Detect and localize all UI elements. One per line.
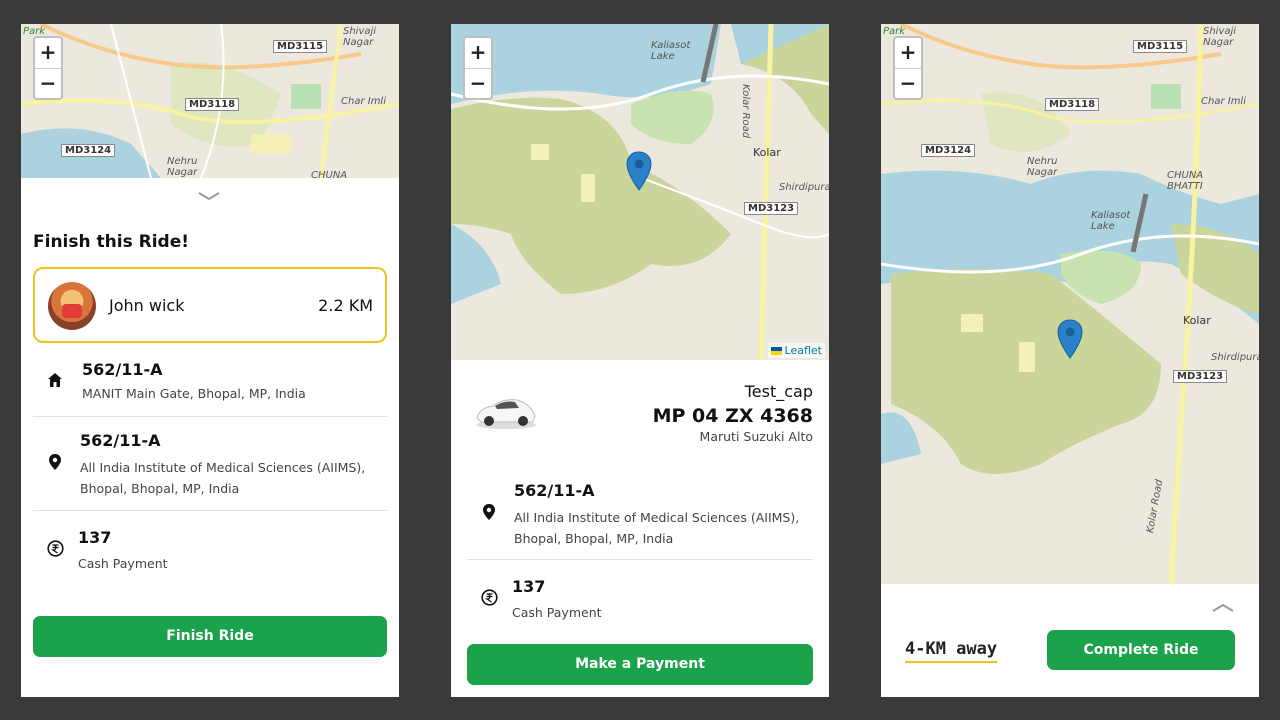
location-pin-icon	[481, 503, 497, 520]
map-label: Shivaji Nagar	[343, 26, 377, 48]
vehicle-plate: MP 04 ZX 4368	[652, 405, 813, 427]
map-label: Char Imli	[341, 96, 386, 107]
distance-away: 4-KM away	[905, 639, 998, 663]
divider	[33, 510, 387, 511]
payment-screen: + − Kaliasot Lake Kolar Road Kolar Shird…	[451, 24, 829, 697]
zoom-out-button[interactable]: −	[35, 68, 61, 98]
fare-info: 137 Cash Payment	[467, 571, 813, 631]
vehicle-name: Test_cap	[744, 382, 813, 401]
rider-card[interactable]: John wick 2.2 KM	[33, 267, 387, 343]
road-shield: MD3118	[185, 98, 240, 111]
zoom-out-button[interactable]: −	[895, 68, 921, 98]
map-label: Shivaji Nagar	[1203, 26, 1237, 48]
location-pin-icon	[47, 453, 63, 470]
gutter-mid-1	[399, 0, 451, 720]
map-label: Shirdipuram	[779, 182, 829, 193]
map-label: CHUNA BHATTI	[1167, 170, 1204, 192]
zoom-in-button[interactable]: +	[35, 38, 61, 68]
attribution-link[interactable]: Leaflet	[785, 344, 822, 357]
dropoff-code: 562/11-A	[80, 431, 161, 450]
payment-method: Cash Payment	[512, 605, 602, 620]
divider	[33, 416, 387, 417]
divider	[467, 559, 813, 560]
zoom-in-button[interactable]: +	[465, 38, 491, 68]
zoom-in-button[interactable]: +	[895, 38, 921, 68]
dropoff-location: 562/11-A All India Institute of Medical …	[467, 479, 813, 559]
pickup-location: 562/11-A MANIT Main Gate, Bhopal, MP, In…	[33, 354, 387, 414]
car-icon	[476, 399, 536, 429]
road-shield: MD3123	[1173, 370, 1228, 383]
map-label: Kaliasot Lake	[1091, 210, 1131, 232]
map-zoom-control: + −	[33, 36, 63, 100]
fare-info: 137 Cash Payment	[33, 522, 387, 582]
gutter-left	[0, 0, 21, 720]
dropoff-address-line1: All India Institute of Medical Sciences …	[80, 460, 366, 475]
rider-name: John wick	[109, 296, 185, 315]
gutter-top	[0, 0, 1280, 24]
map-attribution[interactable]: Leaflet	[767, 343, 825, 358]
map-view[interactable]: + − Kaliasot Lake Kolar Road Kolar Shird…	[451, 24, 829, 360]
fare-amount: 137	[78, 528, 112, 547]
complete-ride-button[interactable]: Complete Ride	[1047, 630, 1235, 670]
map-label: Shirdipuram	[1211, 352, 1259, 363]
finish-ride-button[interactable]: Finish Ride	[33, 616, 387, 657]
chevron-down-icon[interactable]	[197, 189, 221, 205]
avatar	[48, 282, 96, 330]
finish-ride-screen: + − Park MD3115 MD3118 MD3124 Nehru Naga…	[21, 24, 399, 697]
sheet-title: Finish this Ride!	[33, 232, 189, 252]
dropoff-address-line2: Bhopal, Bhopal, MP, India	[514, 531, 674, 546]
road-shield: MD3124	[921, 144, 976, 157]
map-label: Kolar	[1183, 314, 1211, 327]
map-label: Nehru Nagar	[167, 156, 198, 178]
map-label: Char Imli	[1201, 96, 1246, 107]
vehicle-model: Maruti Suzuki Alto	[699, 429, 813, 444]
gutter-bottom	[0, 697, 1280, 720]
map-label: Nehru Nagar	[1027, 156, 1058, 178]
map-label: Kolar Road	[740, 84, 751, 139]
fare-amount: 137	[512, 577, 546, 596]
dropoff-location: 562/11-A All India Institute of Medical …	[33, 429, 387, 509]
map-view[interactable]: + − Park MD3115 MD3118 MD3124 Nehru Naga…	[21, 24, 399, 178]
map-label: CHUNA	[311, 170, 348, 178]
dropoff-address-line2: Bhopal, Bhopal, MP, India	[80, 481, 240, 496]
home-icon	[47, 372, 63, 388]
pickup-code: 562/11-A	[82, 360, 163, 379]
rider-distance: 2.2 KM	[318, 296, 373, 315]
gutter-mid-2	[829, 0, 881, 720]
flag-icon	[770, 347, 782, 355]
road-shield: MD3115	[273, 40, 328, 53]
gutter-right	[1259, 0, 1280, 720]
payment-method: Cash Payment	[78, 556, 168, 571]
chevron-up-icon[interactable]	[1211, 601, 1235, 617]
map-label: Kolar	[753, 146, 781, 159]
dropoff-code: 562/11-A	[514, 481, 595, 500]
pickup-address: MANIT Main Gate, Bhopal, MP, India	[82, 386, 306, 401]
road-shield: MD3118	[1045, 98, 1100, 111]
road-shield: MD3124	[61, 144, 116, 157]
map-zoom-control: + −	[463, 36, 493, 100]
make-payment-button[interactable]: Make a Payment	[467, 644, 813, 685]
complete-ride-screen: + − Park MD3115 MD3118 MD3124 MD3123 Neh…	[881, 24, 1259, 697]
dropoff-address-line1: All India Institute of Medical Sciences …	[514, 510, 800, 525]
map-zoom-control: + −	[893, 36, 923, 100]
map-label: Kaliasot Lake	[651, 40, 691, 62]
rupee-icon	[47, 540, 64, 557]
road-shield: MD3123	[744, 202, 799, 215]
road-shield: MD3115	[1133, 40, 1188, 53]
zoom-out-button[interactable]: −	[465, 68, 491, 98]
map-view[interactable]: + − Park MD3115 MD3118 MD3124 MD3123 Neh…	[881, 24, 1259, 584]
rupee-icon	[481, 589, 498, 606]
